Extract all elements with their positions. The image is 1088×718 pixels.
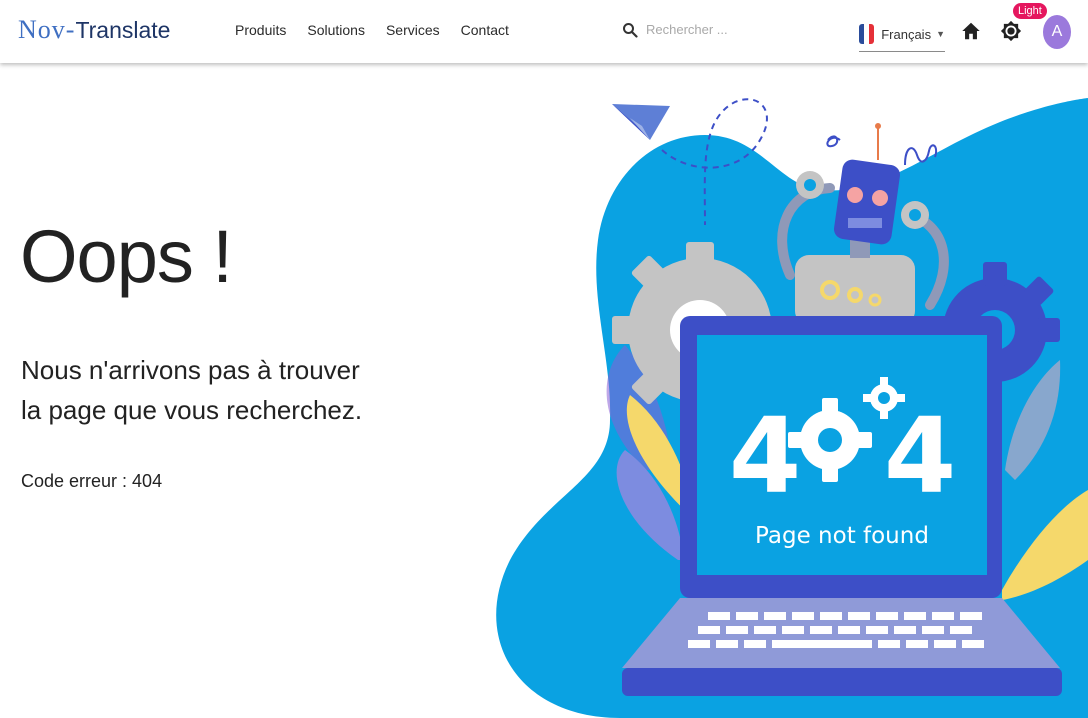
404-illustration: 4 4 Page not found (496, 98, 1088, 718)
theme-badge: Light (1013, 3, 1047, 19)
search-box (622, 21, 768, 38)
top-header: Nov-Translate Produits Solutions Service… (0, 0, 1088, 63)
404-digit-right: 4 (884, 395, 956, 517)
home-icon[interactable] (960, 20, 982, 42)
logo-part-translate: Translate (75, 17, 171, 43)
search-icon[interactable] (622, 22, 638, 38)
avatar[interactable]: A (1043, 15, 1071, 49)
language-label: Français (881, 26, 932, 42)
chevron-down-icon: ▼ (936, 29, 945, 39)
error-code: Code erreur : 404 (21, 471, 163, 491)
search-input[interactable] (644, 21, 768, 38)
theme-toggle-icon[interactable] (1000, 20, 1022, 42)
404-digit-left: 4 (729, 395, 801, 517)
logo-part-nov: Nov- (18, 15, 76, 44)
language-select[interactable]: Français ▼ (859, 17, 945, 52)
nav-link-services[interactable]: Services (386, 22, 440, 38)
page-not-found-caption: Page not found (755, 523, 929, 549)
nav-link-produits[interactable]: Produits (235, 22, 286, 38)
error-message: Nous n'arrivons pas à trouver la page qu… (21, 355, 363, 425)
nav-link-contact[interactable]: Contact (461, 22, 509, 38)
nav-link-solutions[interactable]: Solutions (307, 22, 365, 38)
page-title: Oops ! (20, 215, 233, 298)
main-nav: Produits Solutions Services Contact (235, 22, 509, 38)
france-flag-icon (859, 24, 875, 44)
logo[interactable]: Nov-Translate (18, 14, 170, 45)
